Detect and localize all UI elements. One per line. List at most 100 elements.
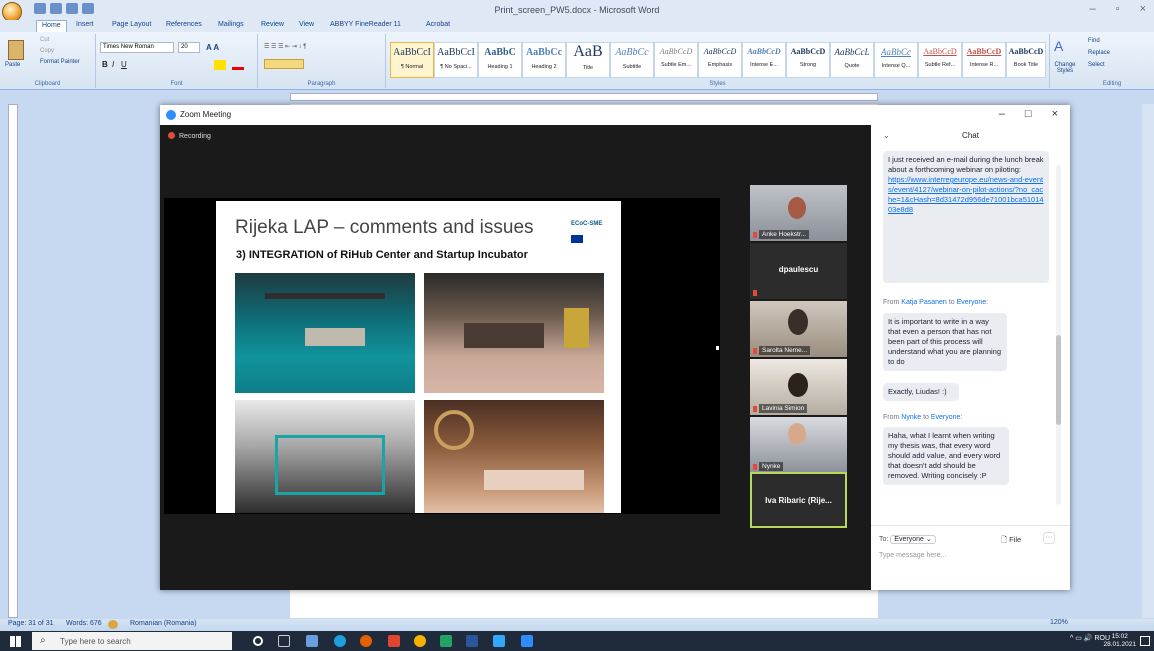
participant-tile[interactable]: Anke Hoekstr... bbox=[750, 185, 847, 241]
restore-icon[interactable]: ▫ bbox=[1116, 3, 1120, 15]
participant-tile[interactable]: Sarolta Neme... bbox=[750, 301, 847, 357]
tab-review[interactable]: Review bbox=[261, 21, 284, 28]
format-painter-button[interactable]: Format Painter bbox=[40, 59, 80, 65]
align-left-icon[interactable] bbox=[264, 59, 304, 69]
zoom-window: Zoom Meeting – □ × Recording Rijeka LAP … bbox=[160, 105, 1070, 590]
cut-button[interactable]: Cut bbox=[40, 37, 49, 43]
recording-indicator[interactable]: Recording bbox=[168, 132, 211, 140]
chevron-down-icon[interactable]: ⌄ bbox=[883, 131, 890, 140]
style-name: Emphasis bbox=[707, 62, 733, 68]
tab-mailings[interactable]: Mailings bbox=[218, 21, 244, 28]
firefox-icon[interactable] bbox=[360, 635, 372, 647]
more-options-icon[interactable]: ··· bbox=[1043, 532, 1055, 544]
style-title[interactable]: AaB Title bbox=[566, 42, 610, 78]
change-styles-icon[interactable]: A bbox=[1054, 38, 1063, 54]
style-name: Intense E... bbox=[750, 62, 778, 68]
zoom-app-icon[interactable] bbox=[521, 635, 533, 647]
underline-button[interactable]: U bbox=[121, 60, 127, 69]
cortana-icon[interactable] bbox=[253, 636, 263, 646]
font-name-select[interactable]: Times New Roman bbox=[100, 42, 174, 53]
taskbar-search[interactable]: ⌕ Type here to search bbox=[32, 632, 232, 650]
chat-scrollbar[interactable] bbox=[1056, 165, 1061, 505]
chat-footer: To: Everyone ⌄ 🗋 File ··· Type message h… bbox=[871, 525, 1070, 590]
style-intense-reference[interactable]: AaBbCcD Intense R... bbox=[962, 42, 1006, 78]
find-button[interactable]: Find bbox=[1088, 38, 1100, 44]
paste-button[interactable]: Paste bbox=[5, 62, 20, 68]
chat-sender[interactable]: Katja Pasanen bbox=[901, 299, 947, 306]
style-quote[interactable]: AaBbCcL Quote bbox=[830, 42, 874, 78]
page-count[interactable]: Page: 31 of 31 bbox=[8, 620, 54, 627]
notification-icon[interactable] bbox=[1140, 636, 1150, 646]
paragraph-group: ☰ ☰ ☰ ⇤ ⇥ ↕ ¶ Paragraph bbox=[258, 34, 386, 88]
clock[interactable]: 15:02 28.01.2021 bbox=[1103, 633, 1136, 649]
chat-recipient[interactable]: Everyone bbox=[931, 414, 961, 421]
participant-tile[interactable]: Lavinia Simion bbox=[750, 359, 847, 415]
minimize-icon[interactable]: – bbox=[1090, 3, 1096, 15]
chat-message-link[interactable]: https://www.interregeurope.eu/news-and-e… bbox=[888, 175, 1044, 215]
chat-message-input[interactable]: Type message here... bbox=[879, 552, 946, 559]
vertical-scrollbar[interactable] bbox=[1142, 104, 1154, 618]
windows-start-icon[interactable] bbox=[10, 636, 21, 647]
acrobat-icon[interactable] bbox=[388, 635, 400, 647]
tab-references[interactable]: References bbox=[166, 21, 202, 28]
photoshop-icon[interactable] bbox=[493, 635, 505, 647]
paragraph-label: Paragraph bbox=[307, 81, 336, 87]
word-icon[interactable] bbox=[466, 635, 478, 647]
participant-name: Anke Hoekstr... bbox=[759, 230, 810, 239]
network-icon[interactable]: ▭ bbox=[1075, 635, 1082, 642]
tab-insert[interactable]: Insert bbox=[76, 21, 94, 28]
chat-recipient-select[interactable]: Everyone ⌄ bbox=[890, 535, 936, 544]
edge-icon[interactable] bbox=[334, 635, 346, 647]
font-color-icon[interactable] bbox=[232, 60, 244, 70]
copy-button[interactable]: Copy bbox=[40, 48, 54, 54]
tray-chevron-icon[interactable]: ^ bbox=[1070, 635, 1073, 642]
style-book-title[interactable]: AaBbCcD Book Title bbox=[1006, 42, 1046, 78]
style-heading-1[interactable]: AaBbC Heading 1 bbox=[478, 42, 522, 78]
maximize-icon[interactable]: □ bbox=[1025, 108, 1032, 120]
tab-home[interactable]: Home bbox=[36, 20, 67, 32]
chrome-icon[interactable] bbox=[414, 635, 426, 647]
tab-page-layout[interactable]: Page Layout bbox=[112, 21, 151, 28]
chat-sender[interactable]: Nynke bbox=[901, 414, 921, 421]
style-subtle-emphasis[interactable]: AaBbCcD Subtle Em... bbox=[654, 42, 698, 78]
tab-acrobat[interactable]: Acrobat bbox=[426, 21, 450, 28]
style-strong[interactable]: AaBbCcD Strong bbox=[786, 42, 830, 78]
style-normal[interactable]: AaBbCcI ¶ Normal bbox=[390, 42, 434, 78]
file-explorer-icon[interactable] bbox=[306, 635, 318, 647]
close-icon[interactable]: × bbox=[1140, 3, 1146, 15]
participant-tile[interactable]: dpaulescu bbox=[750, 243, 847, 299]
participant-tile-active-speaker[interactable]: Iva Ribaric (Rije... bbox=[750, 472, 847, 528]
replace-button[interactable]: Replace bbox=[1088, 50, 1110, 56]
style-intense-emphasis[interactable]: AaBbCcD Intense E... bbox=[742, 42, 786, 78]
grow-font-icon[interactable]: A A bbox=[206, 43, 219, 52]
volume-icon[interactable]: 🔊 bbox=[1084, 635, 1093, 642]
chat-recipient[interactable]: Everyone bbox=[957, 299, 987, 306]
close-icon[interactable]: × bbox=[1052, 108, 1058, 120]
proofing-icon[interactable] bbox=[108, 620, 118, 629]
scrollbar-thumb[interactable] bbox=[1056, 335, 1061, 425]
minimize-icon[interactable]: – bbox=[999, 108, 1005, 120]
style-subtitle[interactable]: AaBbCc Subtitle bbox=[610, 42, 654, 78]
bold-button[interactable]: B bbox=[102, 60, 108, 69]
font-size-select[interactable]: 20 bbox=[178, 42, 200, 53]
word-count[interactable]: Words: 676 bbox=[66, 620, 102, 627]
file-button[interactable]: 🗋 File bbox=[1001, 534, 1021, 547]
tab-abbyy[interactable]: ABBYY FineReader 11 bbox=[330, 21, 401, 28]
task-view-icon[interactable] bbox=[278, 635, 290, 647]
excel-icon[interactable] bbox=[440, 635, 452, 647]
style-no-spacing[interactable]: AaBbCcI ¶ No Spaci... bbox=[434, 42, 478, 78]
change-styles-button[interactable]: Change Styles bbox=[1050, 62, 1080, 74]
italic-button[interactable]: I bbox=[112, 60, 114, 69]
style-heading-2[interactable]: AaBbCc Heading 2 bbox=[522, 42, 566, 78]
style-intense-quote[interactable]: AaBbCc Intense Q... bbox=[874, 42, 918, 78]
paste-icon[interactable] bbox=[8, 40, 24, 60]
bullets-icon[interactable]: ☰ ☰ ☰ ⇤ ⇥ ↕ ¶ bbox=[264, 43, 306, 50]
select-button[interactable]: Select bbox=[1088, 62, 1105, 68]
style-subtle-reference[interactable]: AaBbCcD Subtle Ref... bbox=[918, 42, 962, 78]
tab-view[interactable]: View bbox=[299, 21, 314, 28]
language-indicator[interactable]: Romanian (Romania) bbox=[130, 620, 197, 627]
participant-tile[interactable]: Nynke bbox=[750, 417, 847, 473]
highlight-icon[interactable] bbox=[214, 60, 226, 70]
zoom-level[interactable]: 120% bbox=[1050, 619, 1068, 626]
style-emphasis[interactable]: AaBbCcD Emphasis bbox=[698, 42, 742, 78]
